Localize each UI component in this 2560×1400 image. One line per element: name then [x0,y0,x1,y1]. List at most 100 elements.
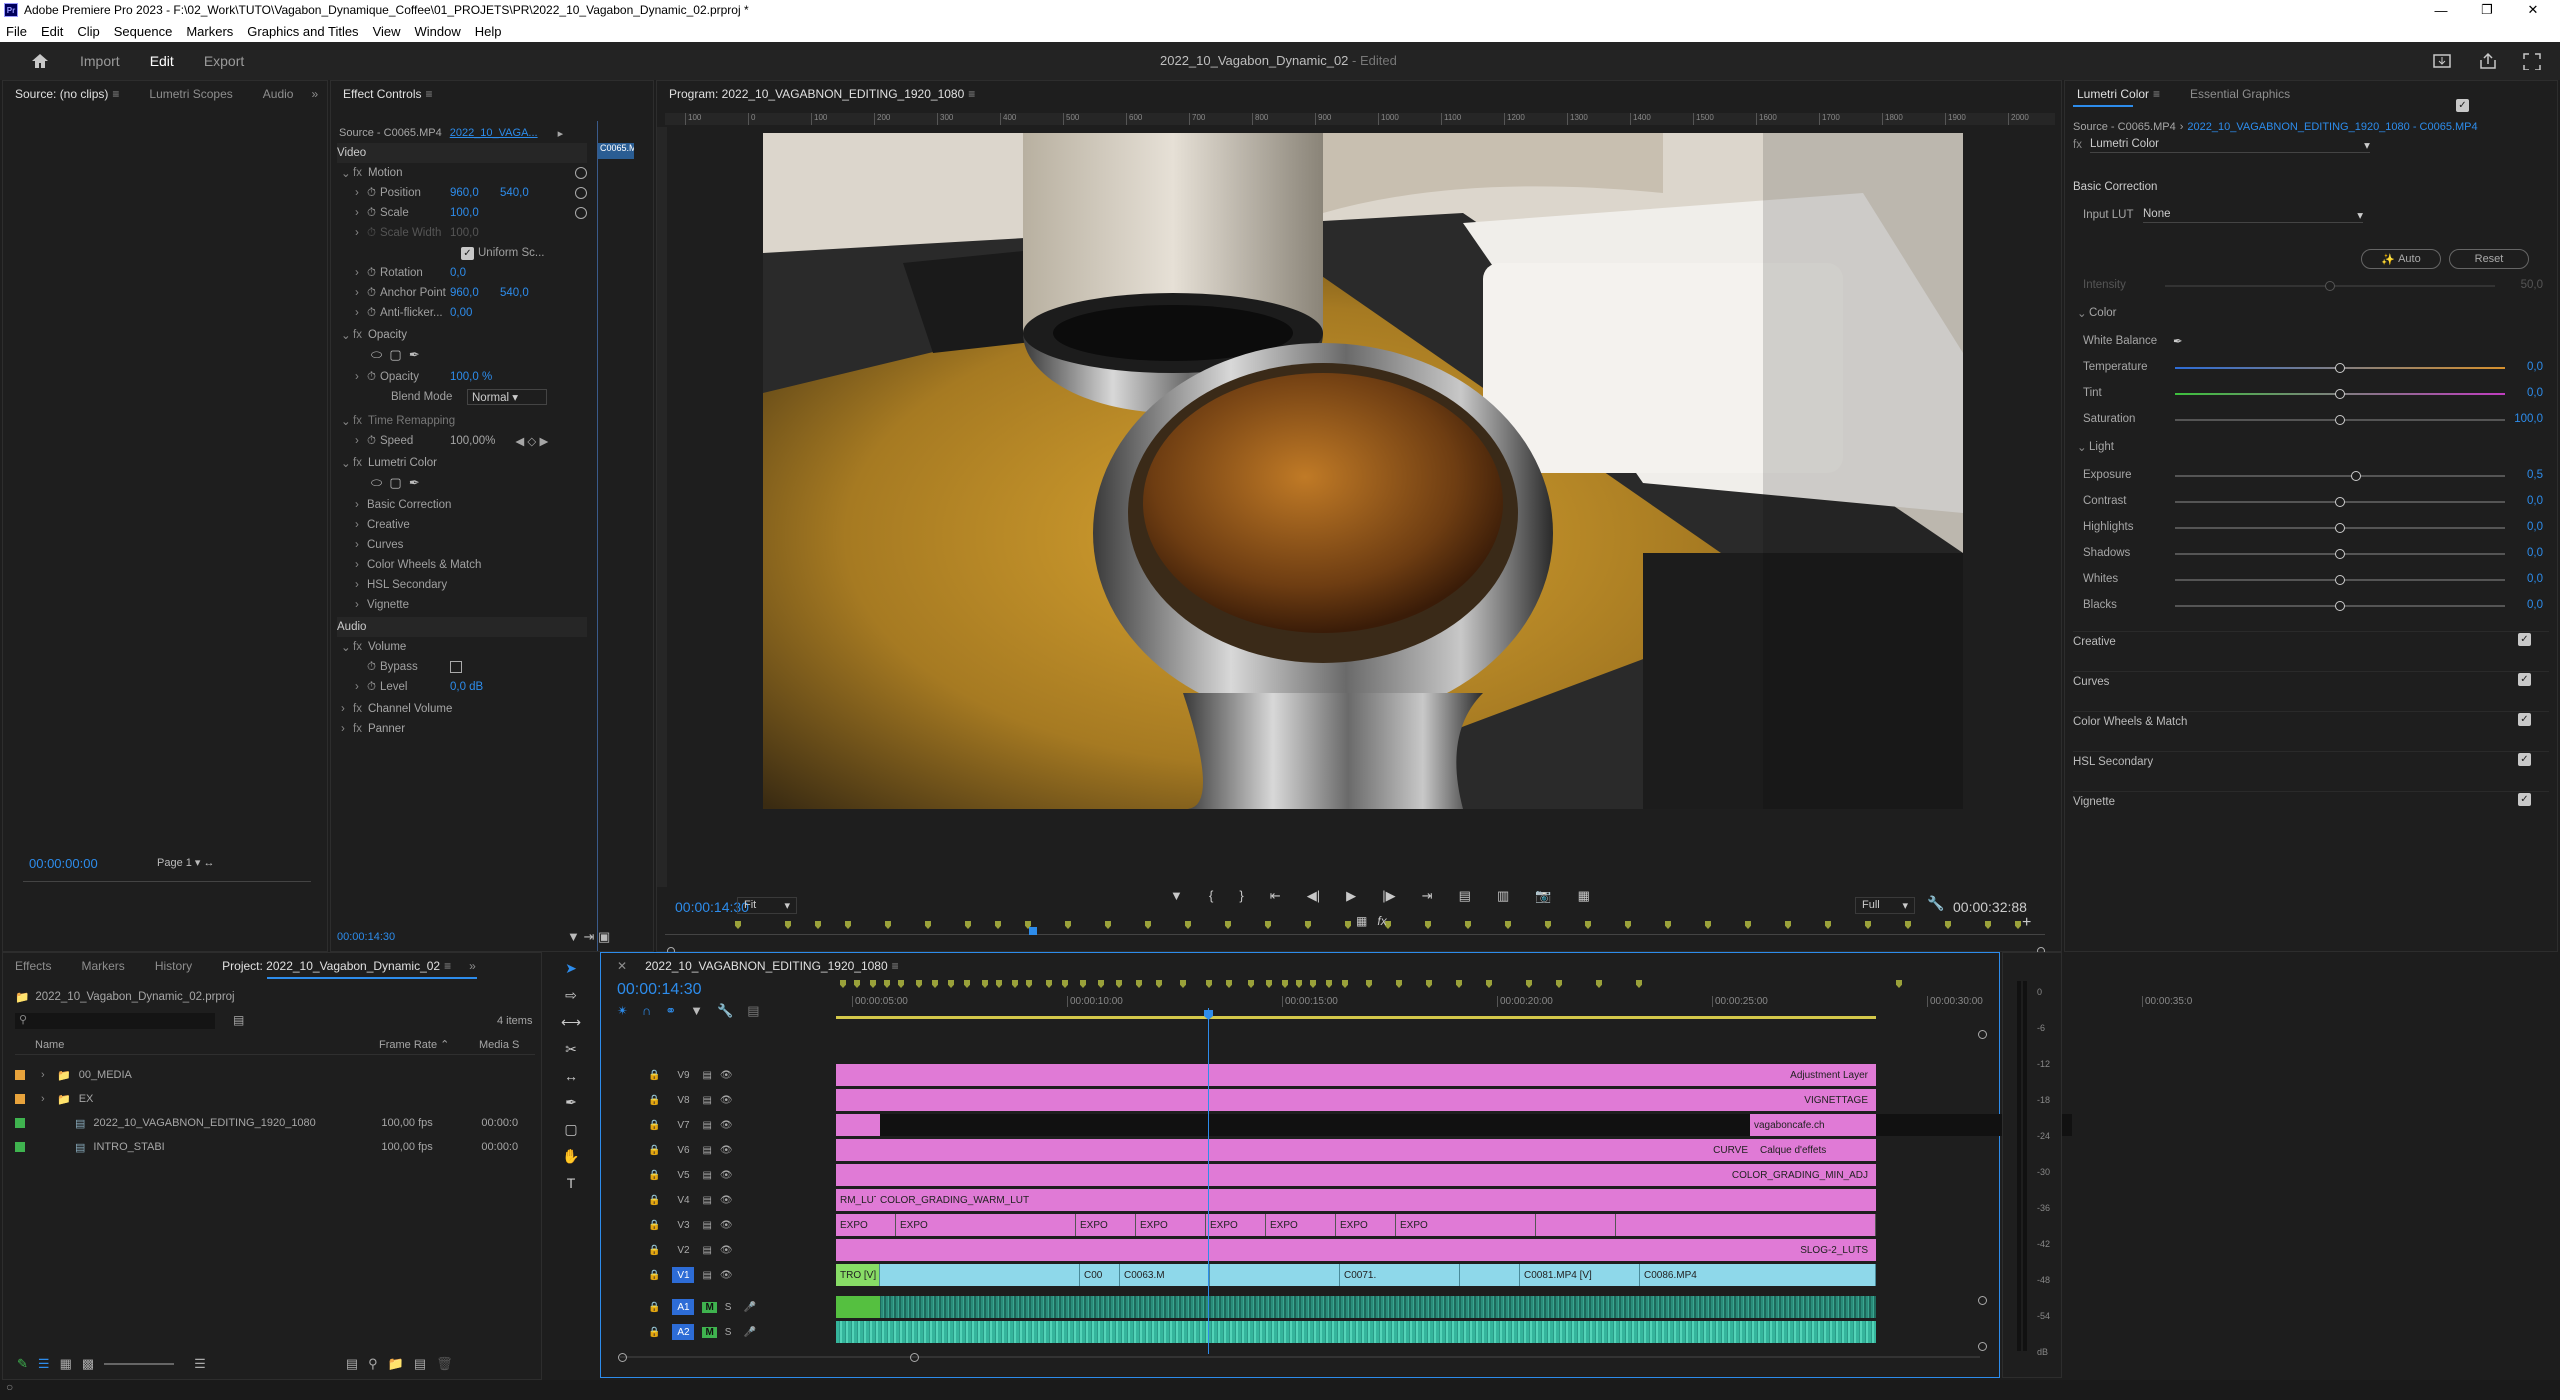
rect-mask-icon[interactable]: ▢ [389,347,401,363]
marker[interactable] [925,921,931,929]
ellipse-mask-icon[interactable]: ⬭ [371,475,382,491]
marker[interactable] [1985,921,1991,929]
lock-icon[interactable]: 🔒 [648,1245,660,1256]
mic-icon[interactable]: 🎤 [743,1302,755,1313]
lock-icon[interactable]: 🔒 [648,1170,660,1181]
track-label[interactable]: V3 [672,1217,694,1233]
solo-icon[interactable]: S [725,1327,732,1338]
close-sequence-icon[interactable]: ✕ [617,959,627,973]
pen-tool-icon[interactable]: ✒ [565,1094,577,1111]
marker[interactable] [1825,921,1831,929]
minimize-icon[interactable]: — [2418,0,2464,20]
timeline-marker[interactable] [1248,980,1254,988]
ec-clip-bar[interactable]: C0065.M [598,143,634,159]
timeline-marker[interactable] [1296,980,1302,988]
rectangle-tool-icon[interactable]: ▢ [564,1121,577,1138]
clip-expo[interactable]: EXPO [1076,1214,1136,1236]
tab-source[interactable]: Source: (no clips) [15,87,108,101]
page-selector[interactable]: Page 1 ▾ ↔ [157,856,215,869]
marker[interactable] [1545,921,1551,929]
track-label[interactable]: V9 [672,1067,694,1083]
jump-icon[interactable]: ⇥ [584,929,595,944]
track-label[interactable]: V7 [672,1117,694,1133]
timeline-marker[interactable] [932,980,938,988]
clip-v7-start[interactable] [836,1114,880,1136]
marker[interactable] [1865,921,1871,929]
resolution-select[interactable]: Full ▾ [1855,897,1915,914]
clip-v1-video[interactable] [1210,1264,1340,1286]
marker[interactable] [1265,921,1271,929]
tab-export[interactable]: Export [204,53,244,69]
scale-value[interactable]: 100,0 [450,207,479,219]
light-section[interactable]: ⌄ Light [2077,437,2114,457]
lock-icon[interactable]: 🔒 [648,1120,660,1131]
timeline-marker[interactable] [1326,980,1332,988]
marker[interactable] [995,921,1001,929]
selection-tool-icon[interactable]: ➤ [565,960,577,977]
ellipse-mask-icon[interactable]: ⬭ [371,347,382,363]
solo-icon[interactable]: S [725,1302,732,1313]
marker[interactable] [1505,921,1511,929]
settings-wrench-icon[interactable]: 🔧 [717,1003,733,1019]
clip-v1-video[interactable] [1460,1264,1520,1286]
lock-icon[interactable]: 🔒 [648,1302,660,1313]
add-marker-icon[interactable]: ▼ [690,1003,703,1019]
timeline-marker[interactable] [1486,980,1492,988]
mark-out-icon[interactable]: } [1239,888,1243,904]
timeline-marker[interactable] [1136,980,1142,988]
add-marker-icon[interactable]: ▼ [1170,888,1183,904]
marker[interactable] [1425,921,1431,929]
captions-icon[interactable]: ▤ [747,1003,759,1019]
new-item-icon[interactable]: ▤ [414,1356,426,1372]
clip-expo[interactable]: EXPO [1396,1214,1536,1236]
clip-v1-video[interactable]: C0063.M [1120,1264,1210,1286]
lift-icon[interactable]: ▤ [1459,888,1471,904]
program-mini-timeline[interactable] [665,921,2045,935]
sync-lock-icon[interactable]: ▤ [702,1145,711,1156]
export-frame-icon[interactable]: 📷 [1535,888,1551,904]
eye-icon[interactable]: 👁 [720,1220,733,1231]
marker[interactable] [1345,921,1351,929]
menu-window[interactable]: Window [415,24,461,39]
eye-icon[interactable]: 👁 [720,1070,733,1081]
panel-menu-icon[interactable]: ≡ [968,87,975,101]
tab-sequence[interactable]: 2022_10_VAGABNON_EDITING_1920_1080 [645,959,888,973]
eye-icon[interactable]: 👁 [720,1145,733,1156]
vscroll-handle-bottom[interactable] [1978,1342,1987,1351]
timeline-marker[interactable] [898,980,904,988]
menu-graphics[interactable]: Graphics and Titles [247,24,358,39]
more-tabs-icon[interactable]: » [469,959,476,973]
temperature-slider[interactable] [2175,363,2505,373]
marker[interactable] [1305,921,1311,929]
sync-lock-icon[interactable]: ▤ [702,1220,711,1231]
clip-expo[interactable]: EXPO [896,1214,1076,1236]
lock-icon[interactable]: 🔒 [648,1327,660,1338]
ec-lumetri-item[interactable]: › Vignette [355,595,409,615]
tab-effect-controls[interactable]: Effect Controls [343,87,421,101]
project-item[interactable]: ▤ 2022_10_VAGABNON_EDITING_1920_1080 100,0… [15,1113,535,1133]
whites-slider[interactable] [2175,575,2505,585]
level-value[interactable]: 0,0 dB [450,681,483,693]
ec-sequence-link[interactable]: 2022_10_VAGA... [450,127,538,139]
mute-icon[interactable]: M [702,1326,717,1338]
lumetri-effect-row[interactable]: ⌄ fx Lumetri Color [341,453,437,473]
menu-view[interactable]: View [373,24,401,39]
timeline-marker[interactable] [1156,980,1162,988]
timeline-marker[interactable] [1896,980,1902,988]
sync-lock-icon[interactable]: ▤ [702,1170,711,1181]
sort-icon[interactable]: ☰ [194,1356,206,1372]
timeline-marker[interactable] [1026,980,1032,988]
auto-button[interactable]: ✨ Auto [2361,249,2441,269]
tint-slider[interactable] [2175,389,2505,399]
marker[interactable] [1185,921,1191,929]
timeline-timecode[interactable]: 00:00:14:30 [617,981,702,999]
clip-slog2-luts[interactable]: SLOG-2_LUTS [836,1239,1876,1261]
clip-v1-video[interactable]: C0086.MP4 [1640,1264,1876,1286]
curves-section[interactable]: Curves [2073,671,2549,691]
ec-lumetri-item[interactable]: › Color Wheels & Match [355,555,481,575]
type-tool-icon[interactable]: T [567,1175,576,1191]
volume-row[interactable]: ⌄ fx Volume [341,637,406,657]
freeform-view-icon[interactable]: ▩ [82,1356,94,1372]
lock-icon[interactable]: 🔒 [648,1145,660,1156]
sync-lock-icon[interactable]: ▤ [702,1270,711,1281]
